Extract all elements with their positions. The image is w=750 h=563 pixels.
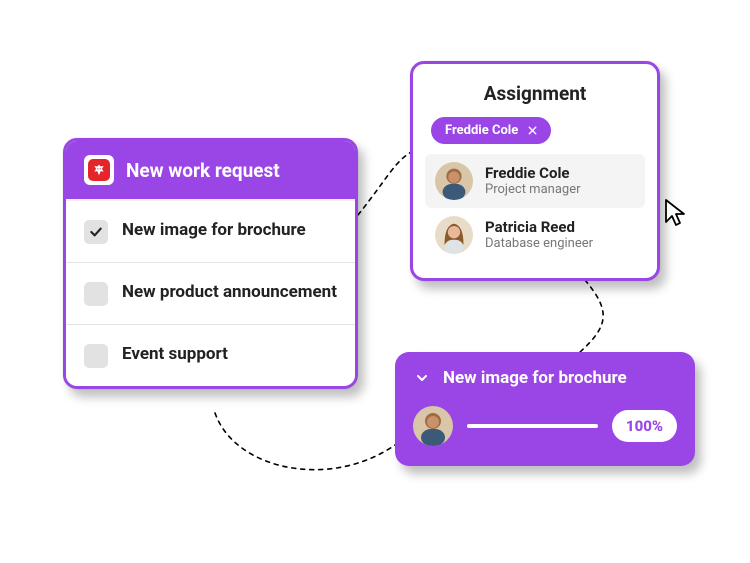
app-icon	[84, 155, 114, 185]
person-name: Freddie Cole	[485, 164, 581, 183]
progress-title: New image for brochure	[443, 368, 627, 388]
person-row[interactable]: Patricia Reed Database engineer	[425, 208, 645, 262]
checkbox-checked[interactable]	[84, 220, 108, 244]
lion-icon	[92, 163, 106, 177]
work-request-item[interactable]: Event support	[66, 324, 355, 386]
work-request-item[interactable]: New product announcement	[66, 262, 355, 324]
assignee-chip-label: Freddie Cole	[445, 123, 518, 138]
person-role: Project manager	[485, 182, 581, 198]
avatar	[435, 216, 473, 254]
progress-bar	[467, 424, 598, 428]
person-row[interactable]: Freddie Cole Project manager	[425, 154, 645, 208]
work-request-item-label: New image for brochure	[122, 219, 306, 241]
chevron-down-icon	[413, 369, 431, 387]
work-request-item-label: Event support	[122, 343, 228, 365]
work-request-item-label: New product announcement	[122, 281, 337, 303]
avatar	[435, 162, 473, 200]
person-name: Patricia Reed	[485, 218, 593, 237]
checkbox-unchecked[interactable]	[84, 282, 108, 306]
checkmark-icon	[88, 224, 104, 240]
person-role: Database engineer	[485, 236, 593, 252]
avatar	[413, 406, 453, 446]
work-request-header: New work request	[66, 141, 355, 199]
progress-percent: 100%	[612, 410, 677, 442]
close-icon[interactable]	[526, 124, 539, 137]
assignment-card: Assignment Freddie Cole Freddie Cole Pro…	[410, 61, 660, 281]
work-request-item[interactable]: New image for brochure	[66, 199, 355, 262]
progress-row: 100%	[413, 406, 677, 446]
assignment-title: Assignment	[431, 82, 639, 105]
assignee-chip[interactable]: Freddie Cole	[431, 117, 551, 144]
work-request-card: New work request New image for brochure …	[63, 138, 358, 389]
work-request-title: New work request	[126, 159, 280, 182]
progress-header[interactable]: New image for brochure	[413, 368, 677, 388]
work-request-list: New image for brochure New product annou…	[66, 199, 355, 386]
checkbox-unchecked[interactable]	[84, 344, 108, 368]
progress-card: New image for brochure 100%	[395, 352, 695, 466]
cursor-icon	[664, 198, 690, 228]
